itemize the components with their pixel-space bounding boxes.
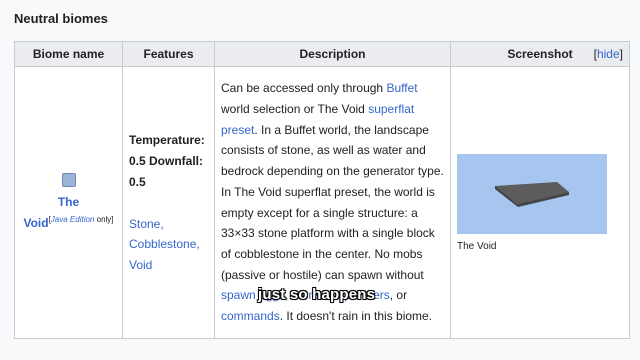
hide-link[interactable]: hide: [597, 47, 620, 61]
edition-note-suffix: only: [94, 215, 112, 225]
block-link-stone[interactable]: Stone,: [129, 214, 208, 235]
biome-name-cell: The Void[Java Edition only]: [14, 66, 123, 339]
grass-block-icon: [61, 173, 76, 188]
java-edition-link[interactable]: Java Edition: [51, 215, 95, 224]
buffet-link[interactable]: Buffet: [386, 81, 417, 95]
edition-note: [Java Edition only]: [48, 215, 114, 225]
hide-toggle[interactable]: [hide]: [594, 47, 623, 61]
desc-text-1: Can be accessed only through: [221, 81, 387, 96]
screenshot-caption: The Void: [457, 240, 497, 252]
void-platform-image: [495, 181, 569, 207]
header-features: Features: [122, 41, 215, 67]
biome-name: The Void[Java Edition only]: [19, 193, 118, 232]
video-subtitle: just so happens: [258, 286, 376, 303]
header-description: Description: [214, 41, 451, 67]
header-biome-name: Biome name: [14, 41, 123, 67]
desc-text-5: , or: [389, 288, 408, 303]
biome-name-link-1[interactable]: The: [58, 195, 79, 209]
block-link-void[interactable]: Void: [129, 255, 208, 276]
commands-link[interactable]: commands: [221, 309, 280, 323]
desc-text-3: . In a Buffet world, the landscape consi…: [221, 122, 444, 282]
temperature-downfall: Temperature: 0.5 Downfall: 0.5: [129, 132, 205, 189]
biome-name-link-2[interactable]: Void: [23, 216, 48, 230]
desc-text-2: world selection or The Void: [221, 101, 369, 116]
table-header-row: Biome name Features Description Screensh…: [14, 41, 630, 67]
void-screenshot[interactable]: [457, 153, 607, 234]
desc-text-6: . It doesn't rain in this biome.: [279, 309, 433, 324]
header-screenshot: Screenshot [hide]: [450, 41, 630, 67]
features-cell: Temperature: 0.5 Downfall: 0.5 Stone, Co…: [122, 66, 215, 339]
screenshot-cell: The Void: [450, 66, 630, 339]
header-screenshot-label: Screenshot: [507, 47, 573, 61]
block-link-cobblestone[interactable]: Cobblestone,: [129, 234, 208, 255]
section-title: Neutral biomes: [14, 11, 108, 26]
